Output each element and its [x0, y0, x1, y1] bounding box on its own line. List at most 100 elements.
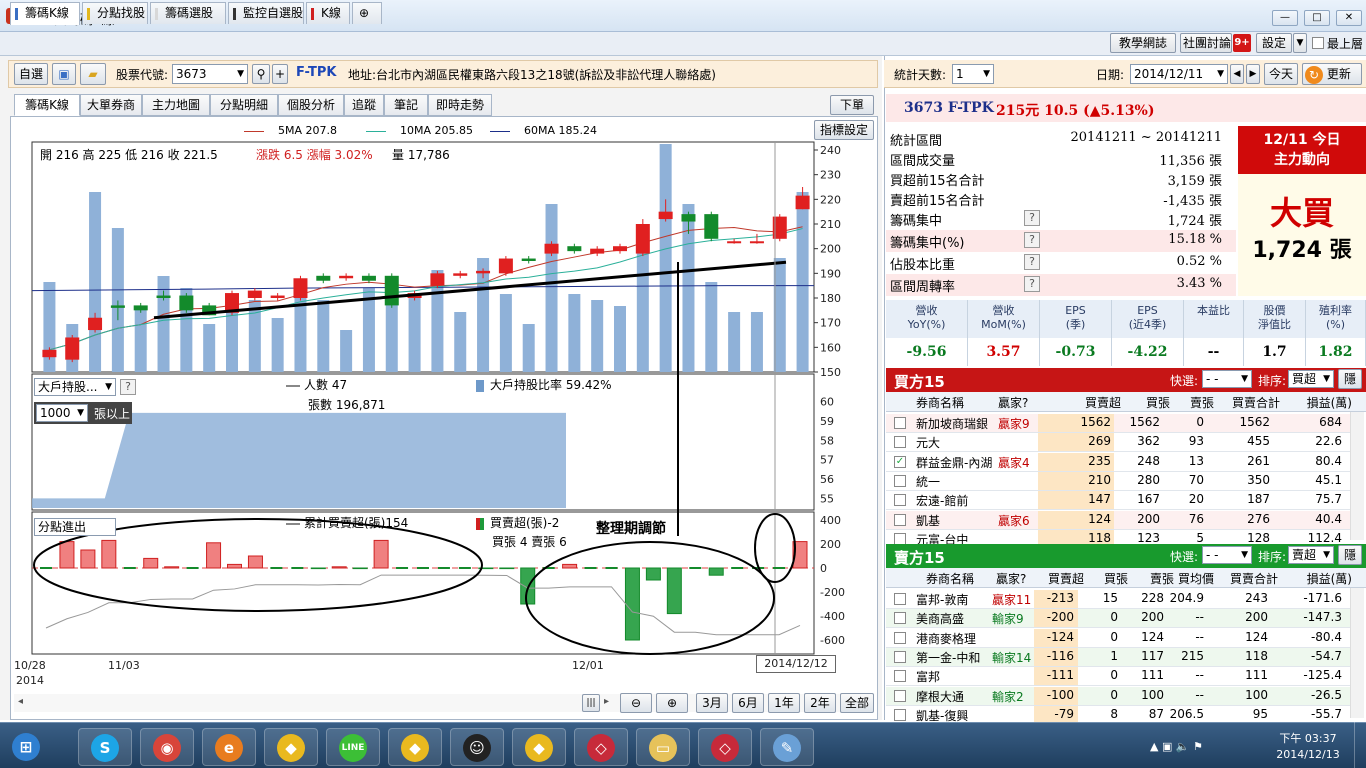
row-checkbox[interactable]	[894, 436, 906, 449]
prev-date-icon[interactable]: ◀	[1230, 64, 1244, 84]
ie-icon-taskbar[interactable]: e	[202, 728, 256, 766]
help-icon[interactable]: ?	[1024, 254, 1040, 270]
minimize-button[interactable]: —	[1272, 10, 1298, 26]
col-header[interactable]: 買賣超	[1085, 394, 1121, 411]
col-header[interactable]: 賣張	[1150, 570, 1174, 587]
row-checkbox[interactable]	[894, 494, 906, 507]
app-icon-taskbar[interactable]: ◆	[388, 728, 442, 766]
help-icon[interactable]: ?	[120, 379, 136, 395]
clock-date[interactable]: 2014/12/13	[1268, 748, 1348, 761]
col-header[interactable]: 買張	[1146, 394, 1170, 411]
always-on-top-checkbox[interactable]	[1312, 37, 1324, 49]
start-orb-taskbar[interactable]: ⊞	[6, 728, 46, 766]
scroll-thumb-icon[interactable]: |||	[582, 694, 600, 712]
row-checkbox[interactable]	[894, 474, 906, 487]
folder-icon-taskbar[interactable]: ▭	[636, 728, 690, 766]
sell-hide-button[interactable]: 隱	[1338, 545, 1362, 565]
range-all-button[interactable]: 全部	[840, 693, 874, 713]
col-header[interactable]: 買賣合計	[1230, 570, 1278, 587]
row-checkbox[interactable]	[894, 513, 906, 526]
teach-blog-button[interactable]: 教學網誌	[1110, 33, 1176, 53]
col-header[interactable]: 買賣超	[1048, 570, 1084, 587]
sell-quick-select[interactable]: - - ▼	[1202, 546, 1252, 564]
col-header[interactable]: 贏家?	[998, 394, 1028, 411]
qq-icon-taskbar[interactable]: ☺	[450, 728, 504, 766]
days-select[interactable]: 1 ▼	[952, 64, 994, 84]
sell-table-row[interactable]: 富邦 -111 0 111 -- 111 -125.4	[886, 667, 1356, 687]
gem-icon-taskbar[interactable]: ◇	[698, 728, 752, 766]
buy-table-row[interactable]: 宏遠-館前 147 167 20 187 75.7	[886, 491, 1356, 511]
row-checkbox[interactable]	[894, 670, 906, 683]
maximize-button[interactable]: □	[1304, 10, 1330, 26]
date-input[interactable]: 2014/12/11 ▼	[1130, 64, 1228, 84]
always-on-top-label: 最上層	[1327, 37, 1364, 51]
row-checkbox[interactable]	[894, 631, 906, 644]
sell-table-row[interactable]: 富邦-敦南 贏家11 -213 15 228 204.9 243 -171.6	[886, 590, 1356, 609]
help-icon[interactable]: ?	[1024, 232, 1040, 248]
refresh-button[interactable]: ↻ 更新	[1302, 63, 1362, 85]
settings-dropdown-icon[interactable]: ▼	[1293, 33, 1307, 53]
sell-sort-select[interactable]: 賣超 ▼	[1288, 546, 1334, 564]
branch-select[interactable]: 分點進出	[34, 518, 116, 536]
chrome-icon-taskbar[interactable]: ◉	[140, 728, 194, 766]
close-button[interactable]: ✕	[1336, 10, 1362, 26]
sell-table-row[interactable]: 港商麥格理 -124 0 124 -- 124 -80.4	[886, 628, 1356, 648]
settings-button[interactable]: 設定	[1256, 33, 1292, 53]
gem-icon-taskbar[interactable]: ◇	[574, 728, 628, 766]
col-header[interactable]: 損益(萬)	[1307, 394, 1352, 411]
col-header[interactable]: 券商名稱	[916, 394, 964, 411]
row-checkbox[interactable]	[894, 532, 906, 545]
sell-table-row[interactable]: 摩根大通 輸家2 -100 0 100 -- 100 -26.5	[886, 686, 1356, 706]
row-checkbox[interactable]	[894, 417, 906, 429]
sell-table-scrollbar[interactable]	[1350, 588, 1364, 718]
range-1y-button[interactable]: 1年	[768, 693, 800, 713]
sell-table-row[interactable]: 美商高盛 輸家9 -200 0 200 -- 200 -147.3	[886, 609, 1356, 629]
col-header[interactable]: 買賣合計	[1232, 394, 1280, 411]
app-icon-taskbar[interactable]: ◆	[512, 728, 566, 766]
col-header[interactable]: 損益(萬)	[1307, 570, 1352, 587]
show-desktop-button[interactable]	[1354, 722, 1366, 768]
range-3m-button[interactable]: 3月	[696, 693, 728, 713]
scroll-right-icon[interactable]: ▸	[604, 696, 609, 707]
clock-time[interactable]: 下午 03:37	[1268, 730, 1348, 746]
buy-table-row[interactable]: 元大 269 362 93 455 22.6	[886, 433, 1356, 453]
buy-table-row[interactable]: ✓ 群益金鼎-內湖 贏家4 235 248 13 261 80.4	[886, 452, 1356, 472]
skype-icon-taskbar[interactable]: S	[78, 728, 132, 766]
range-6m-button[interactable]: 6月	[732, 693, 764, 713]
row-checkbox[interactable]	[894, 708, 906, 721]
tray-icons[interactable]: ▲ ▣ 🔈 ⚑	[1150, 740, 1203, 753]
row-checkbox[interactable]: ✓	[894, 455, 906, 468]
range-2y-button[interactable]: 2年	[804, 693, 836, 713]
help-icon[interactable]: ?	[1024, 210, 1040, 226]
row-checkbox[interactable]	[894, 650, 906, 663]
help-icon[interactable]: ?	[1024, 276, 1040, 292]
col-header[interactable]: 贏家?	[996, 570, 1026, 587]
today-button[interactable]: 今天	[1264, 63, 1298, 85]
paint-icon-taskbar[interactable]: ✎	[760, 728, 814, 766]
sell-table-row[interactable]: 第一金-中和 輸家14 -116 1 117 215 118 -54.7	[886, 647, 1356, 667]
buy-table-row[interactable]: 凱基 贏家6 124 200 76 276 40.4	[886, 510, 1356, 530]
zoom-in-icon[interactable]: ⊕	[656, 693, 688, 713]
col-header[interactable]: 券商名稱	[926, 570, 974, 587]
buy-sort-select[interactable]: 買超 ▼	[1288, 370, 1334, 388]
row-checkbox[interactable]	[894, 593, 906, 605]
row-checkbox[interactable]	[894, 612, 906, 625]
line-icon-taskbar[interactable]: LINE	[326, 728, 380, 766]
buy-table-row[interactable]: 統一 210 280 70 350 45.1	[886, 471, 1356, 491]
cell-pnl: -26.5	[1310, 687, 1342, 702]
holder-type-select[interactable]: 大戶持股... ▼	[34, 378, 116, 396]
col-header[interactable]: 買張	[1104, 570, 1128, 587]
col-header[interactable]: 賣張	[1190, 394, 1214, 411]
buy-table-row[interactable]: 新加坡商瑞銀 贏家9 1562 1562 0 1562 684	[886, 414, 1356, 433]
next-date-icon[interactable]: ▶	[1246, 64, 1260, 84]
holder-threshold-select[interactable]: 1000 ▼	[36, 404, 88, 422]
row-checkbox[interactable]	[894, 689, 906, 702]
buy-quick-select[interactable]: - - ▼	[1202, 370, 1252, 388]
scroll-left-icon[interactable]: ◂	[18, 696, 23, 707]
buy-table-scrollbar[interactable]	[1350, 412, 1364, 540]
zoom-out-icon[interactable]: ⊖	[620, 693, 652, 713]
app-icon-taskbar[interactable]: ◆	[264, 728, 318, 766]
buy-hide-button[interactable]: 隱	[1338, 369, 1362, 389]
forum-button[interactable]: 社團討論	[1180, 33, 1232, 53]
col-header[interactable]: 買均價	[1178, 570, 1214, 587]
